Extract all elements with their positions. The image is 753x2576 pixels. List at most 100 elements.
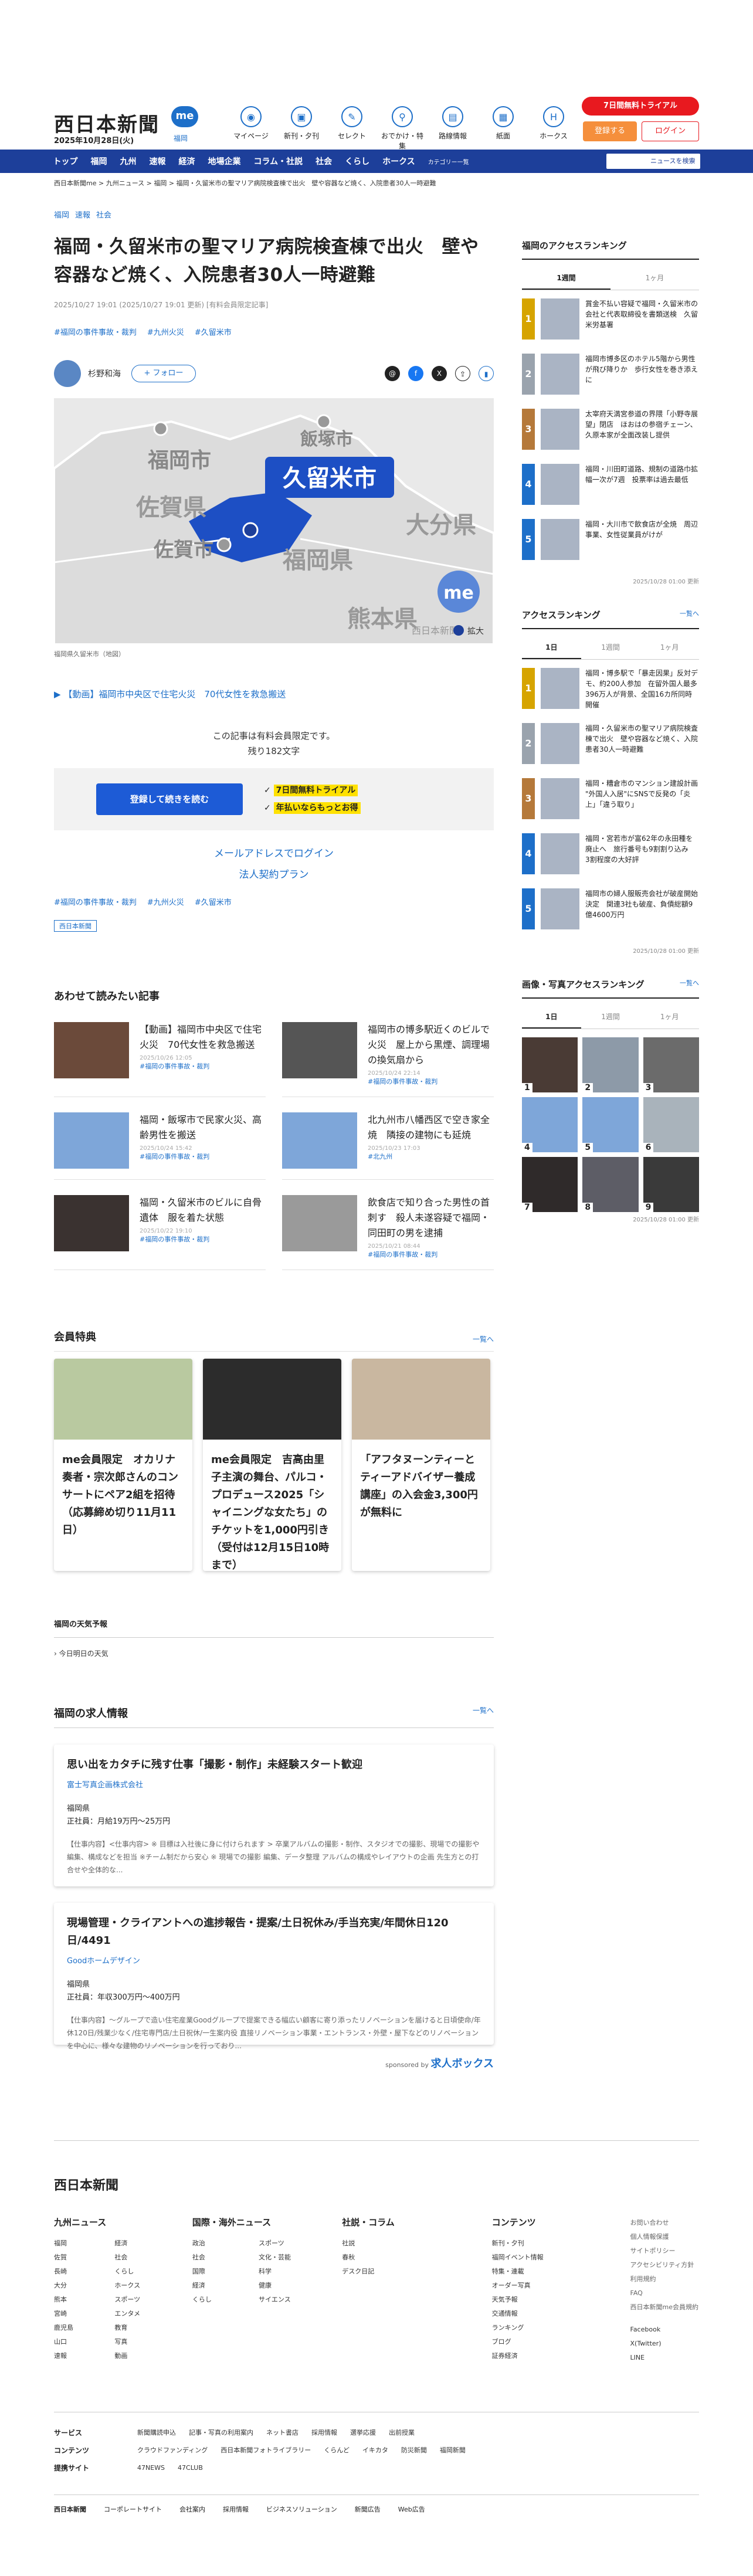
footer-links[interactable]: お問い合わせ 個人情報保護 サイトポリシー アクセシビリティ方針 利用規約 FAQ 西日本新… bbox=[630, 2216, 700, 2314]
tag-link[interactable]: #九州火災 bbox=[147, 326, 184, 337]
footer-link[interactable]: 採用情報 bbox=[223, 2504, 249, 2514]
job-card[interactable]: 現場管理・クライアントへの進捗報告・提案/土日祝休み/手当充実/年間休日120日… bbox=[54, 1903, 494, 2050]
search-input[interactable]: ニュースを検索 ⌕ bbox=[606, 154, 700, 169]
nav-select[interactable]: ✎ セレクト bbox=[331, 106, 373, 151]
tab-day[interactable]: 1日 bbox=[522, 1006, 581, 1029]
share-icon[interactable]: ⇪ bbox=[455, 366, 470, 381]
list-item[interactable]: 福岡・久留米市のビルに自骨遺体 服を着た状態 2025/10/22 19:10 #福… bbox=[54, 1195, 266, 1270]
tab-week[interactable]: 1週間 bbox=[581, 1006, 640, 1029]
nav-train[interactable]: ▤ 路線情報 bbox=[432, 106, 474, 151]
mail-login-link[interactable]: メールアドレスでログイン bbox=[54, 843, 494, 864]
footer-link[interactable]: ビジネスソリューション bbox=[266, 2504, 337, 2514]
menu-shakai[interactable]: 社会 bbox=[316, 155, 345, 167]
login-button[interactable]: ログイン bbox=[642, 121, 699, 141]
photo-item[interactable]: 2 bbox=[582, 1037, 639, 1092]
menu-top[interactable]: トップ bbox=[53, 155, 91, 167]
line-link[interactable]: LINE bbox=[630, 2351, 700, 2365]
photo-item[interactable]: 3 bbox=[643, 1037, 699, 1092]
ranking-item[interactable]: 5 福岡・大川市で飲食店が全焼 周辺事業、女性従業員がけが bbox=[522, 519, 699, 574]
ranking-item[interactable]: 4 福岡・宮若市が富62年の永田種を廃止へ 旅行番号も9割割り込み 3割程度の大好… bbox=[522, 833, 699, 888]
job-card[interactable]: 思い出をカタチに残す仕事「撮影・制作」未経験スタート歓迎 富士写真企画株式会社 … bbox=[54, 1745, 494, 1886]
category-link[interactable]: 社会 bbox=[96, 209, 111, 220]
ranking-item[interactable]: 5 福岡市の婦人服販売会社が破産開始決定 関連3社も破産、負債総額9億4600万円 bbox=[522, 888, 699, 943]
tab-month[interactable]: 1ヶ月 bbox=[640, 636, 699, 659]
menu-hawks[interactable]: ホークス bbox=[382, 155, 428, 167]
weather-link[interactable]: › 今日明日の天気 bbox=[54, 1648, 494, 1658]
photo-item[interactable]: 8 bbox=[582, 1157, 639, 1212]
author-name[interactable]: 杉野和海 bbox=[88, 368, 121, 379]
photo-item[interactable]: 9 bbox=[643, 1157, 699, 1212]
facebook-link[interactable]: Facebook bbox=[630, 2323, 700, 2337]
footer-links[interactable]: 新刊・夕刊 福岡イベント情報 特集・連載 オーダー写真 天気予報 交通情報 ランキング ブログ… bbox=[492, 2236, 607, 2363]
ranking-item[interactable]: 2 福岡・久留米市の聖マリア病院検査棟で出火 壁や容器など焼く、入院患者30人一時… bbox=[522, 723, 699, 778]
related-video-link[interactable]: ▶ 【動画】福岡市中央区で住宅火災 70代女性を救急搬送 bbox=[54, 688, 494, 700]
ranking-item[interactable]: 1 福岡・博多駅で「暴走因果」反対デモ、約200人参加 在留外国人最多396万人が… bbox=[522, 668, 699, 723]
ranking-item[interactable]: 4 福岡・川田町道路、規制の道路巾拡幅一次が7週 投票率は過去最低 bbox=[522, 464, 699, 519]
member-card[interactable]: me会員限定 吉高由里子主演の舞台、パルコ・プロデュース2025「シャイニングな… bbox=[203, 1359, 341, 1571]
photo-more-link[interactable]: 一覧へ bbox=[680, 978, 699, 990]
members-more-link[interactable]: 一覧へ bbox=[473, 1334, 494, 1344]
ranking-item[interactable]: 3 太宰府天満宮参道の界隈「小野寺展望」閉店 ほおはの参宿チェーン、久原本家が全面… bbox=[522, 409, 699, 464]
tag-link[interactable]: #九州火災 bbox=[147, 896, 184, 907]
facebook-icon[interactable]: f bbox=[408, 366, 423, 381]
menu-fukuoka[interactable]: 福岡 bbox=[91, 155, 120, 167]
corporate-plan-link[interactable]: 法人契約プラン bbox=[54, 864, 494, 885]
list-item[interactable]: 飲食店で知り合った男性の首刺す 殺人未遂容疑で福岡・同田町の男を逮捕 2025/1… bbox=[282, 1195, 494, 1270]
local-area[interactable]: 福岡 bbox=[174, 133, 188, 143]
trial-button[interactable]: 7日間無料トライアル bbox=[582, 97, 699, 116]
me-logo[interactable]: me bbox=[171, 106, 198, 127]
nav-mypage[interactable]: ◉ マイページ bbox=[230, 106, 272, 151]
footer-link[interactable]: コーポレートサイト bbox=[104, 2504, 162, 2514]
photo-item[interactable]: 7 bbox=[522, 1157, 578, 1212]
category-link[interactable]: 福岡 bbox=[54, 209, 69, 220]
footer-logo[interactable]: 西日本新聞 bbox=[54, 2140, 699, 2194]
list-item[interactable]: 福岡市の博多駅近くのビルで火災 屋上から黒煙、調理場の換気扇から 2025/10/… bbox=[282, 1022, 494, 1097]
menu-jiba[interactable]: 地場企業 bbox=[208, 155, 254, 167]
member-card[interactable]: me会員限定 オカリナ奏者・宗次郎さんのコンサートにペア2組を招待（応募締め切り… bbox=[54, 1359, 192, 1571]
photo-item[interactable]: 6 bbox=[643, 1097, 699, 1152]
tag-link[interactable]: #福岡の事件事故・裁判 bbox=[54, 326, 137, 337]
tag-link[interactable]: #久留米市 bbox=[195, 896, 232, 907]
nav-newspaper[interactable]: ▣ 新刊・夕刊 bbox=[280, 106, 323, 151]
footer-link[interactable]: 会社案内 bbox=[179, 2504, 205, 2514]
footer-links[interactable]: 政治 社会 国際 経済 くらし スポーツ 文化・芸能 科学 健康 サイエンス bbox=[192, 2236, 318, 2307]
list-item[interactable]: 福岡・飯塚市で民家火災、高齢男性を搬送 2025/10/24 15:42 #福岡の事… bbox=[54, 1112, 266, 1180]
menu-sokuho[interactable]: 速報 bbox=[150, 155, 179, 167]
nav-hawks[interactable]: H ホークス bbox=[532, 106, 575, 151]
threads-icon[interactable]: @ bbox=[385, 366, 400, 381]
register-continue-button[interactable]: 登録して続きを読む bbox=[96, 783, 243, 815]
author-avatar[interactable] bbox=[54, 360, 81, 387]
menu-column[interactable]: コラム・社説 bbox=[254, 155, 316, 167]
category-link[interactable]: 速報 bbox=[75, 209, 90, 220]
menu-keizai[interactable]: 経済 bbox=[179, 155, 208, 167]
category-list[interactable]: カテゴリー一覧 bbox=[428, 157, 482, 166]
follow-button[interactable]: + フォロー bbox=[131, 365, 196, 382]
bookmark-icon[interactable]: ▮ bbox=[479, 366, 494, 381]
list-item[interactable]: 【動画】福岡市中央区で住宅火災 70代女性を救急搬送 2025/10/26 12:… bbox=[54, 1022, 266, 1097]
list-item[interactable]: 北九州市八幡西区で空き家全焼 隣接の建物にも延焼 2025/10/23 17:03… bbox=[282, 1112, 494, 1180]
register-button[interactable]: 登録する bbox=[583, 121, 637, 141]
photo-item[interactable]: 4 bbox=[522, 1097, 578, 1152]
brand-logo[interactable]: 西日本新聞 bbox=[54, 108, 160, 137]
footer-links[interactable]: 福岡 佐賀 長崎 大分 熊本 宮崎 鹿児島 山口 速報 経済 社会 くらし ホークス スポーツ エンタメ 教育… bbox=[54, 2236, 169, 2363]
tag-link[interactable]: #福岡の事件事故・裁判 bbox=[54, 896, 137, 907]
menu-kyushu[interactable]: 九州 bbox=[120, 155, 150, 167]
breadcrumb[interactable]: 西日本新聞me > 九州ニュース > 福岡 > 福岡・久留米市の聖マリア病院検査… bbox=[54, 178, 436, 188]
footer-link[interactable]: 新聞広告 bbox=[355, 2504, 381, 2514]
jobs-more-link[interactable]: 一覧へ bbox=[473, 1705, 494, 1720]
article-map[interactable]: 久留米市 福岡市 飯塚市 佐賀県 佐賀市 福岡県 大分県 熊本県 me 西日本新… bbox=[54, 398, 494, 644]
ranking-item[interactable]: 1 賞金不払い容疑で福岡・久留米市の会社と代表取締役を書類送検 久留米労基署 bbox=[522, 298, 699, 354]
ranking-item[interactable]: 2 福岡市博多区のホテル5階から男性が飛び降りか 歩行女性を巻き添えに bbox=[522, 354, 699, 409]
footer-links[interactable]: 社説 春秋 デスク日記 bbox=[342, 2236, 468, 2279]
nav-paper[interactable]: ▦ 紙面 bbox=[482, 106, 524, 151]
footer-brand[interactable]: 西日本新聞 bbox=[54, 2504, 86, 2514]
tab-day[interactable]: 1日 bbox=[522, 636, 581, 659]
tab-month[interactable]: 1ヶ月 bbox=[640, 1006, 699, 1029]
ranking-item[interactable]: 3 福岡・糟倉市のマンション建設計画 "外国人入居"にSNSで反発の「炎上」「違う… bbox=[522, 778, 699, 833]
x-icon[interactable]: X bbox=[432, 366, 447, 381]
photo-item[interactable]: 1 bbox=[522, 1037, 578, 1092]
tab-week[interactable]: 1週間 bbox=[522, 267, 610, 290]
menu-kurashi[interactable]: くらし bbox=[345, 155, 382, 167]
photo-item[interactable]: 5 bbox=[582, 1097, 639, 1152]
tab-week[interactable]: 1週間 bbox=[581, 636, 640, 659]
